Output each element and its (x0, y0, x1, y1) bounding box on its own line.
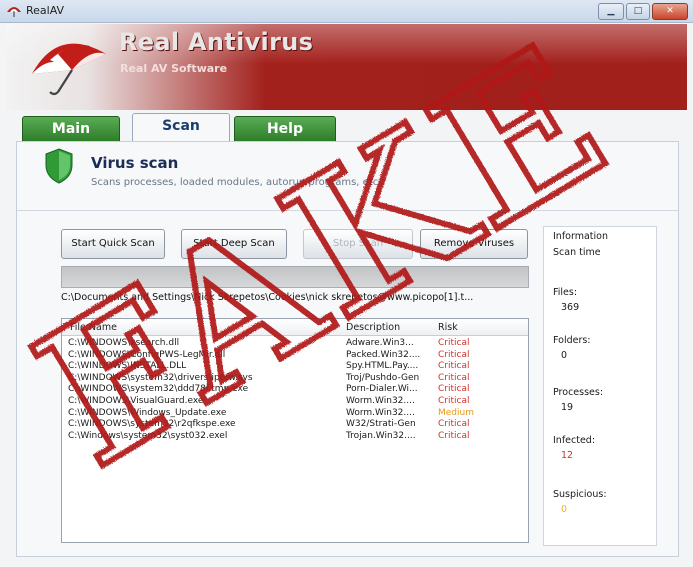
file-name-cell: C:\Windows\system32\syst032.exel (68, 430, 228, 441)
risk-cell: Critical (438, 384, 470, 395)
start-deep-scan-button[interactable]: Start Deep Scan (181, 229, 287, 259)
infected-label: Infected: (553, 435, 596, 446)
brand-title: Real Antivirus (119, 28, 314, 56)
folders-label: Folders: (553, 335, 591, 346)
section-title: Virus scan (91, 154, 179, 172)
tab-help[interactable]: Help (234, 116, 336, 142)
green-shield-icon (45, 148, 73, 184)
app-header: Real Antivirus Real AV Software (6, 24, 687, 110)
file-name-cell: C:\WINDOWS\INSTALL.DLL (68, 361, 187, 372)
results-list[interactable]: File Name Description Risk C:\WINDOWS\xs… (61, 318, 529, 543)
description-cell: Spy.HTML.Pay.... (346, 361, 419, 372)
suspicious-label: Suspicious: (553, 489, 607, 500)
umbrella-app-icon (7, 7, 21, 17)
tab-scan[interactable]: Scan (132, 113, 230, 143)
description-cell: W32/Strati-Gen (346, 419, 416, 430)
risk-cell: Critical (438, 338, 470, 348)
description-cell: Worm.Win32.... (346, 396, 415, 406)
processes-value: 19 (561, 402, 574, 413)
table-row[interactable]: C:\Windows\system32\syst032.exel Trojan.W… (62, 431, 528, 443)
file-name-cell: C:\WINDOWS\system32\ddd78f.tmp.exe (68, 384, 249, 395)
remove-viruses-button[interactable]: Remove Viruses (420, 229, 528, 259)
info-title: Information (553, 231, 608, 242)
column-risk[interactable]: Risk (438, 322, 458, 333)
umbrella-logo-icon (32, 43, 106, 96)
file-name-cell: C:\WINDOWS\xsearch.dll (68, 338, 180, 348)
scan-panel: Virus scan Scans processes, loaded modul… (16, 141, 679, 557)
table-row[interactable]: C:\WINDOWS\VisualGuard.exe Worm.Win32....… (62, 396, 528, 408)
scan-progress-fill (62, 267, 528, 287)
table-row[interactable]: C:\WINDOWS\system32\drivers\ip6fw.sys Tro… (62, 373, 528, 385)
file-name-cell: C:\WINDOWS\ConfigPWS-LegMir.dll (68, 349, 226, 360)
description-cell: Adware.Win3... (346, 338, 414, 348)
table-row[interactable]: C:\WINDOWS\system32\ddd78f.tmp.exe Porn-D… (62, 384, 528, 396)
table-row[interactable]: C:\WINDOWS\xsearch.dll Adware.Win3... Crit… (62, 338, 528, 350)
table-row[interactable]: C:\WINDOWS\Windows_Update.exe Worm.Win32.… (62, 408, 528, 420)
app-window: RealAV ▁ □ ✕ Real Antivirus Real AV Soft… (0, 0, 693, 567)
risk-cell: Critical (438, 419, 470, 430)
table-row[interactable]: C:\WINDOWS\INSTALL.DLL Spy.HTML.Pay.... Cr… (62, 361, 528, 373)
file-name-cell: C:\WINDOWS\system32\r2qfkspe.exe (68, 419, 236, 430)
close-button[interactable]: ✕ (652, 3, 688, 20)
infected-value: 12 (561, 450, 574, 461)
column-description[interactable]: Description (346, 322, 400, 333)
risk-cell: Critical (438, 349, 470, 360)
folders-value: 0 (561, 350, 568, 361)
description-cell: Packed.Win32.... (346, 349, 421, 360)
file-name-cell: C:\WINDOWS\Windows_Update.exe (68, 407, 227, 418)
files-label: Files: (553, 287, 578, 298)
stop-scan-button[interactable]: Stop Scan (303, 229, 413, 259)
results-header: File Name Description Risk (62, 319, 528, 336)
window-title: RealAV (26, 4, 65, 17)
scan-progress-bar (61, 266, 529, 288)
risk-cell: Critical (438, 430, 470, 441)
files-value: 369 (561, 302, 580, 313)
tab-main[interactable]: Main (22, 116, 120, 142)
column-file-name[interactable]: File Name (70, 322, 117, 333)
suspicious-value: 0 (561, 504, 568, 515)
brand-subtitle: Real AV Software (120, 62, 228, 75)
tab-bar: Main Scan Help (6, 110, 687, 143)
description-cell: Porn-Dialer.Wi... (346, 384, 418, 395)
description-cell: Troj/Pushdo-Gen (346, 372, 420, 383)
title-bar: RealAV ▁ □ ✕ (0, 0, 693, 23)
maximize-button[interactable]: □ (626, 3, 650, 20)
current-scan-path: C:\Documents and Settings\Nick Skrepetos… (61, 292, 474, 303)
risk-cell: Critical (438, 396, 470, 406)
table-row[interactable]: C:\WINDOWS\system32\r2qfkspe.exe W32/Stra… (62, 419, 528, 431)
start-quick-scan-button[interactable]: Start Quick Scan (61, 229, 165, 259)
file-name-cell: C:\WINDOWS\VisualGuard.exe (68, 396, 204, 406)
divider (17, 210, 678, 211)
risk-cell: Critical (438, 361, 470, 372)
risk-cell: Critical (438, 372, 470, 383)
description-cell: Trojan.Win32.... (346, 430, 416, 441)
minimize-button[interactable]: ▁ (598, 3, 624, 20)
table-row[interactable]: C:\WINDOWS\ConfigPWS-LegMir.dll Packed.Wi… (62, 350, 528, 362)
scan-time-label: Scan time (553, 247, 601, 258)
processes-label: Processes: (553, 387, 604, 398)
description-cell: Worm.Win32.... (346, 407, 415, 418)
risk-cell: Medium (438, 407, 474, 418)
file-name-cell: C:\WINDOWS\system32\drivers\ip6fw.sys (68, 372, 253, 383)
information-panel: Information Scan time Files: 369 Folders… (543, 226, 657, 546)
section-description: Scans processes, loaded modules, autorun… (91, 177, 382, 188)
